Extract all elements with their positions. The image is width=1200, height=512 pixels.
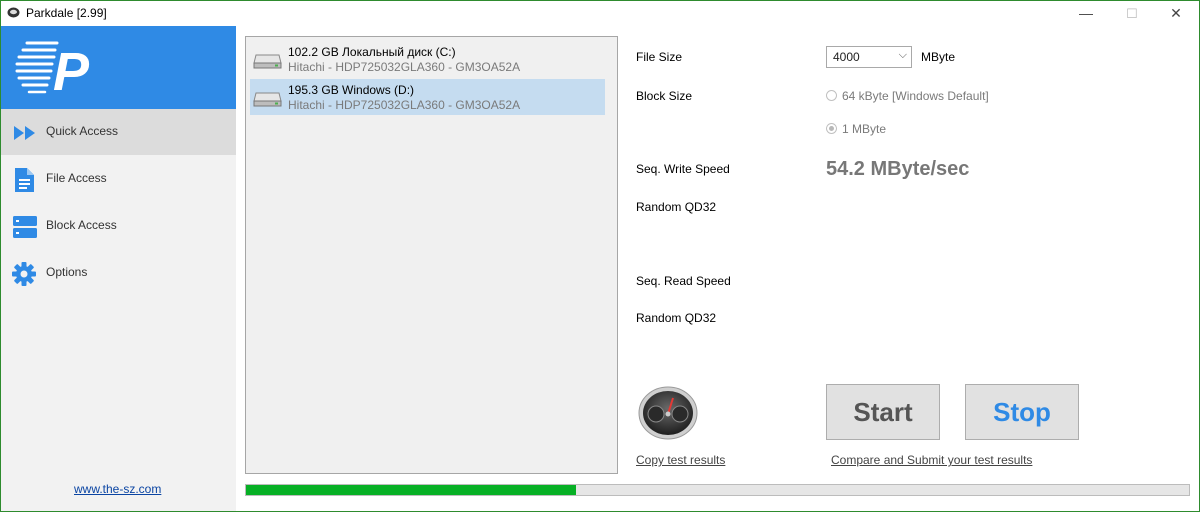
drive-list-item[interactable]: 102.2 GB Локальный диск (C:) Hitachi - H… <box>250 41 605 77</box>
gear-icon <box>12 262 36 286</box>
block-size-label: Block Size <box>636 89 693 103</box>
app-window: Parkdale [2.99] — ☐ ✕ P Quick Access Fil… <box>0 0 1200 512</box>
app-icon <box>7 7 20 18</box>
random-write-label: Random QD32 <box>636 200 717 214</box>
radio-label: 64 kByte [Windows Default] <box>842 89 989 103</box>
drive-model: Hitachi - HDP725032GLA360 - GM3OA52A <box>288 98 521 112</box>
drive-list-item[interactable]: 195.3 GB Windows (D:) Hitachi - HDP72503… <box>250 79 605 115</box>
radio-button[interactable] <box>826 123 837 134</box>
seq-read-label: Seq. Read Speed <box>636 274 731 288</box>
minimize-button[interactable]: — <box>1063 1 1109 26</box>
compare-results-link[interactable]: Compare and Submit your test results <box>831 453 1032 467</box>
website-link[interactable]: www.the-sz.com <box>74 482 161 496</box>
speedometer-icon[interactable] <box>637 384 699 440</box>
app-logo: P <box>1 26 236 109</box>
stop-button[interactable]: Stop <box>965 384 1079 440</box>
drive-name: 195.3 GB Windows (D:) <box>288 83 415 97</box>
close-button[interactable]: ✕ <box>1153 1 1199 26</box>
fast-forward-icon <box>14 126 35 140</box>
sidebar: P Quick Access File Access Block Access … <box>1 26 236 511</box>
logo-letter: P <box>53 42 90 102</box>
chevron-down-icon: ⌵ <box>898 49 907 61</box>
file-size-select[interactable]: 4000 ⌵ <box>826 46 912 68</box>
radio-label: 1 MByte <box>842 122 887 136</box>
drive-name: 102.2 GB Локальный диск (C:) <box>288 45 456 59</box>
file-size-unit: MByte <box>921 50 956 64</box>
title-bar[interactable]: Parkdale [2.99] — ☐ ✕ <box>1 1 1199 26</box>
document-icon <box>15 168 34 192</box>
drive-model: Hitachi - HDP725032GLA360 - GM3OA52A <box>288 60 521 74</box>
sidebar-item-label: Block Access <box>46 218 117 232</box>
file-size-label: File Size <box>636 50 683 64</box>
random-read-label: Random QD32 <box>636 311 717 325</box>
sidebar-item-file-access[interactable]: File Access <box>1 156 236 202</box>
sidebar-item-block-access[interactable]: Block Access <box>1 203 236 249</box>
sidebar-item-label: Options <box>46 265 88 279</box>
server-icon <box>13 216 37 238</box>
progress-bar <box>245 484 1190 496</box>
logo-icon: P <box>15 41 90 102</box>
seq-write-label: Seq. Write Speed <box>636 162 730 176</box>
hard-drive-icon <box>253 54 282 69</box>
sidebar-item-options[interactable]: Options <box>1 250 236 296</box>
window-title: Parkdale [2.99] <box>26 6 107 20</box>
copy-results-link[interactable]: Copy test results <box>636 453 725 467</box>
progress-fill <box>246 485 577 495</box>
seq-write-value: 54.2 MByte/sec <box>826 158 970 180</box>
hard-drive-icon <box>253 92 282 107</box>
sidebar-item-label: File Access <box>46 171 107 185</box>
sidebar-item-label: Quick Access <box>46 124 119 138</box>
drive-list[interactable]: 102.2 GB Локальный диск (C:) Hitachi - H… <box>245 36 618 474</box>
sidebar-item-quick-access[interactable]: Quick Access <box>1 109 236 155</box>
radio-button[interactable] <box>826 90 837 101</box>
maximize-button[interactable]: ☐ <box>1109 1 1155 26</box>
file-size-value: 4000 <box>833 50 860 64</box>
start-button[interactable]: Start <box>826 384 940 440</box>
